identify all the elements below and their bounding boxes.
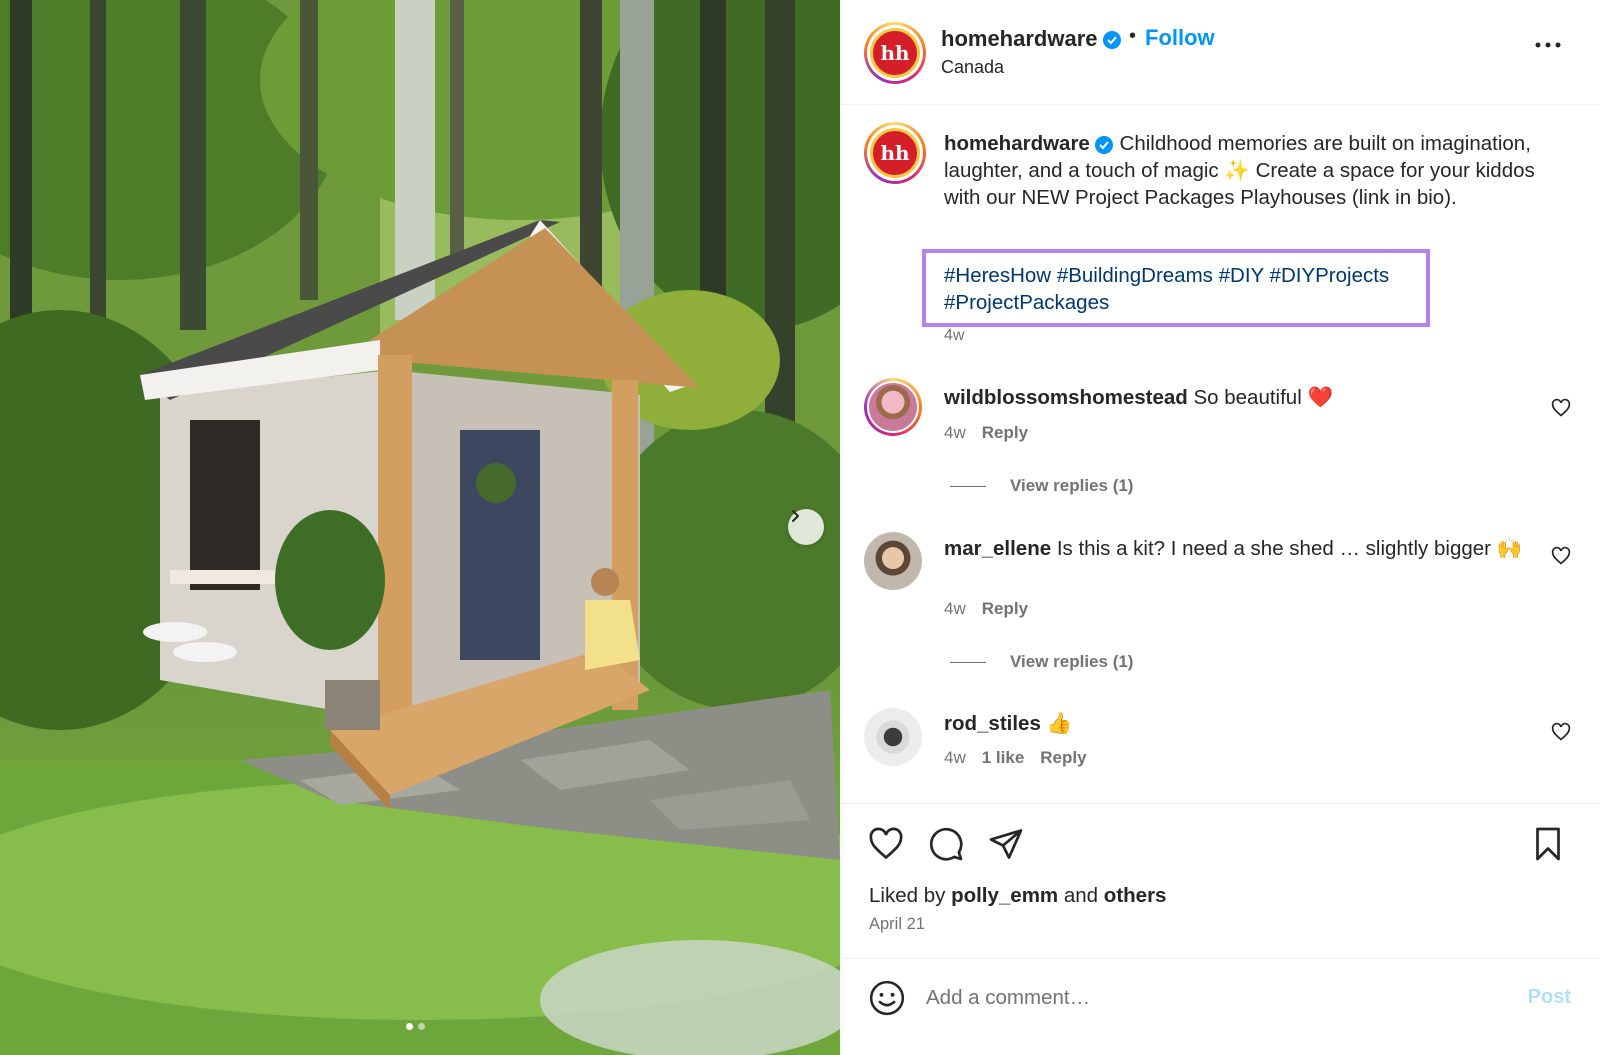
commenter-avatar[interactable] xyxy=(864,708,922,766)
comment-text: mar_ellene Is this a kit? I need a she s… xyxy=(944,537,1523,560)
post-comment-button[interactable]: Post xyxy=(1528,986,1571,1009)
hashtag-highlight-box: #HeresHow #BuildingDreams #DIY #DIYProje… xyxy=(922,249,1430,327)
post-details-panel: hh homehardware • Follow Canada hh homeh… xyxy=(841,0,1600,1055)
reply-button[interactable]: Reply xyxy=(982,599,1028,618)
caption-timestamp[interactable]: 4w xyxy=(944,327,964,345)
comment-meta: 4w 1 like Reply xyxy=(944,748,1103,768)
home-hardware-logo: hh xyxy=(870,28,920,78)
post-location[interactable]: Canada xyxy=(941,57,1004,78)
hashtag-link[interactable]: #HeresHow xyxy=(944,264,1051,287)
comment-time[interactable]: 4w xyxy=(944,599,966,618)
hashtag-link[interactable]: #ProjectPackages xyxy=(944,291,1109,314)
follow-button[interactable]: Follow xyxy=(1145,25,1215,51)
commenter-avatar[interactable] xyxy=(864,532,922,590)
like-heart-icon[interactable] xyxy=(868,826,904,862)
comment-meta: 4w Reply xyxy=(944,423,1044,443)
hashtag-link[interactable]: #DIY xyxy=(1219,264,1264,287)
replies-divider xyxy=(950,661,986,663)
caption-avatar[interactable]: hh xyxy=(864,122,926,184)
commenter-username[interactable]: wildblossomshomestead xyxy=(944,386,1188,409)
commenter-avatar[interactable] xyxy=(864,378,922,436)
liked-by-text: Liked by polly_emm and others xyxy=(869,884,1167,907)
caption-text: homehardware Childhood memories are buil… xyxy=(944,130,1564,211)
emoji-icon[interactable] xyxy=(868,979,906,1017)
carousel-dot-active xyxy=(406,1023,413,1030)
more-icon[interactable] xyxy=(1535,40,1561,50)
next-slide-button[interactable] xyxy=(788,509,824,545)
liked-by-user[interactable]: polly_emm xyxy=(951,884,1058,907)
heart-icon[interactable] xyxy=(1551,546,1571,566)
share-icon[interactable] xyxy=(988,826,1024,862)
bookmark-icon[interactable] xyxy=(1530,826,1566,862)
playhouse-photo xyxy=(0,0,840,1055)
author-avatar[interactable]: hh xyxy=(864,22,926,84)
view-replies-button[interactable]: View replies (1) xyxy=(950,652,1133,672)
comment-text: wildblossomshomestead So beautiful ❤️ xyxy=(944,386,1333,409)
hashtag-link[interactable]: #BuildingDreams xyxy=(1057,264,1213,287)
chevron-right-icon xyxy=(792,510,799,522)
comment-time[interactable]: 4w xyxy=(944,748,966,767)
commenter-username[interactable]: rod_stiles xyxy=(944,712,1041,735)
comment-time[interactable]: 4w xyxy=(944,423,966,442)
comment-meta: 4w Reply xyxy=(944,599,1044,619)
post-actions: Liked by polly_emm and others April 21 xyxy=(842,803,1600,958)
liked-by-others[interactable]: others xyxy=(1104,884,1167,907)
post-date[interactable]: April 21 xyxy=(869,915,925,934)
home-hardware-logo: hh xyxy=(870,128,920,178)
heart-icon[interactable] xyxy=(1551,398,1571,418)
carousel-dot xyxy=(418,1023,425,1030)
verified-badge-icon xyxy=(1094,135,1113,154)
replies-divider xyxy=(950,485,986,487)
commenter-username[interactable]: mar_ellene xyxy=(944,537,1051,560)
heart-icon[interactable] xyxy=(1551,722,1571,742)
post-header: hh homehardware • Follow Canada xyxy=(842,0,1600,105)
comment-text: rod_stiles 👍 xyxy=(944,712,1073,735)
hashtag-link[interactable]: #DIYProjects xyxy=(1270,264,1390,287)
comment-icon[interactable] xyxy=(928,826,964,862)
verified-badge-icon xyxy=(1102,31,1121,50)
carousel-indicator xyxy=(406,1023,425,1030)
caption-username[interactable]: homehardware xyxy=(944,132,1090,155)
reply-button[interactable]: Reply xyxy=(982,423,1028,442)
author-username[interactable]: homehardware xyxy=(941,26,1122,52)
comment-likes[interactable]: 1 like xyxy=(982,748,1025,767)
view-replies-button[interactable]: View replies (1) xyxy=(950,476,1133,496)
add-comment-bar: Post xyxy=(842,958,1600,1055)
add-comment-input[interactable] xyxy=(926,981,1496,1015)
separator-dot: • xyxy=(1129,25,1137,47)
reply-button[interactable]: Reply xyxy=(1040,748,1086,767)
post-image[interactable] xyxy=(0,0,840,1055)
